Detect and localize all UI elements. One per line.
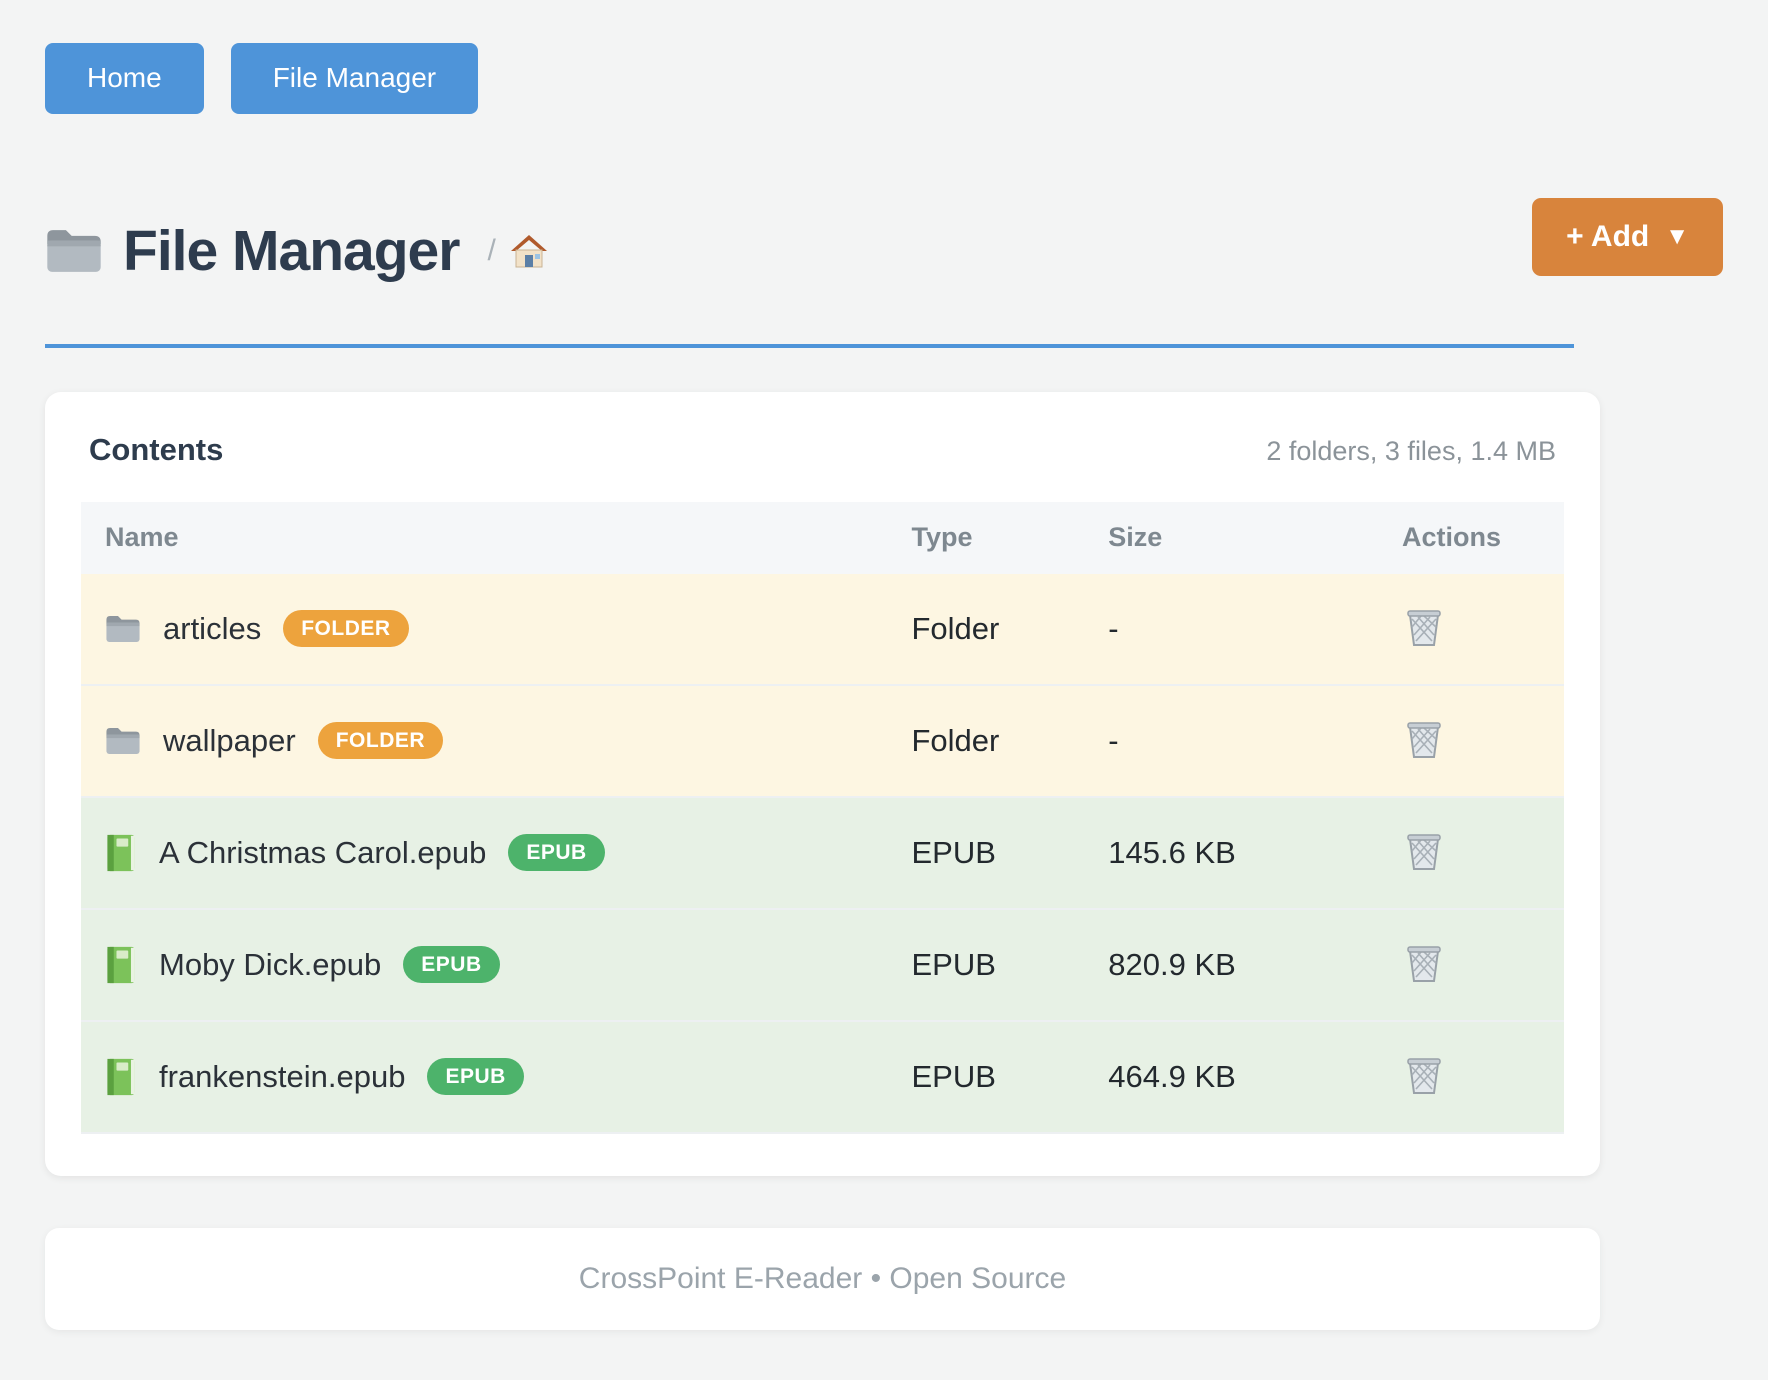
top-nav: Home File Manager	[45, 43, 1723, 114]
folder-icon	[105, 725, 141, 757]
header-rule	[45, 344, 1574, 348]
trash-icon	[1406, 1055, 1442, 1095]
trash-icon	[1406, 831, 1442, 871]
type-badge: EPUB	[508, 834, 604, 871]
type-badge: FOLDER	[318, 722, 443, 759]
file-size: 820.9 KB	[1104, 910, 1386, 1022]
file-size: -	[1104, 574, 1386, 686]
footer-text: CrossPoint E-Reader • Open Source	[579, 1262, 1066, 1296]
breadcrumb: /	[487, 232, 547, 270]
chevron-down-icon: ▼	[1665, 223, 1689, 251]
file-name[interactable]: A Christmas Carol.epub	[159, 835, 486, 871]
home-nav-button[interactable]: Home	[45, 43, 204, 114]
book-icon	[105, 1058, 137, 1096]
file-manager-nav-button[interactable]: File Manager	[231, 43, 478, 114]
delete-button[interactable]	[1402, 1051, 1446, 1099]
file-table-header-row: Name Type Size Actions	[81, 502, 1564, 574]
add-button-label: + Add	[1566, 220, 1649, 254]
home-icon[interactable]	[510, 232, 548, 270]
file-name[interactable]: wallpaper	[163, 723, 296, 759]
file-type: EPUB	[911, 798, 1104, 910]
file-table: Name Type Size Actions articles FOLDER F…	[81, 502, 1564, 1134]
footer: CrossPoint E-Reader • Open Source	[45, 1228, 1600, 1330]
delete-button[interactable]	[1402, 603, 1446, 651]
delete-button[interactable]	[1402, 827, 1446, 875]
column-header-type: Type	[911, 502, 1104, 574]
column-header-name: Name	[81, 502, 911, 574]
table-row[interactable]: Moby Dick.epub EPUB EPUB 820.9 KB	[81, 910, 1564, 1022]
contents-title: Contents	[89, 432, 223, 468]
folder-icon	[45, 227, 103, 275]
file-manager-page: Home File Manager File Manager / + Add ▼…	[0, 0, 1768, 1330]
add-button[interactable]: + Add ▼	[1532, 198, 1723, 276]
trash-icon	[1406, 607, 1442, 647]
file-type: EPUB	[911, 1022, 1104, 1134]
book-icon	[105, 946, 137, 984]
delete-button[interactable]	[1402, 715, 1446, 763]
trash-icon	[1406, 719, 1442, 759]
file-size: 145.6 KB	[1104, 798, 1386, 910]
contents-card-header: Contents 2 folders, 3 files, 1.4 MB	[81, 432, 1564, 468]
column-header-actions: Actions	[1386, 502, 1564, 574]
contents-summary: 2 folders, 3 files, 1.4 MB	[1266, 436, 1556, 467]
contents-card: Contents 2 folders, 3 files, 1.4 MB Name…	[45, 392, 1600, 1176]
file-name[interactable]: Moby Dick.epub	[159, 947, 381, 983]
file-type: Folder	[911, 686, 1104, 798]
table-row[interactable]: wallpaper FOLDER Folder -	[81, 686, 1564, 798]
trash-icon	[1406, 943, 1442, 983]
book-icon	[105, 834, 137, 872]
type-badge: FOLDER	[283, 610, 408, 647]
file-name[interactable]: frankenstein.epub	[159, 1059, 405, 1095]
page-header: File Manager / + Add ▼	[45, 198, 1723, 304]
folder-icon	[105, 613, 141, 645]
delete-button[interactable]	[1402, 939, 1446, 987]
file-size: -	[1104, 686, 1386, 798]
file-type: EPUB	[911, 910, 1104, 1022]
breadcrumb-separator: /	[487, 234, 495, 268]
file-name[interactable]: articles	[163, 611, 261, 647]
file-type: Folder	[911, 574, 1104, 686]
column-header-size: Size	[1104, 502, 1386, 574]
table-row[interactable]: articles FOLDER Folder -	[81, 574, 1564, 686]
file-size: 464.9 KB	[1104, 1022, 1386, 1134]
table-row[interactable]: A Christmas Carol.epub EPUB EPUB 145.6 K…	[81, 798, 1564, 910]
table-row[interactable]: frankenstein.epub EPUB EPUB 464.9 KB	[81, 1022, 1564, 1134]
type-badge: EPUB	[427, 1058, 523, 1095]
page-title: File Manager	[123, 218, 459, 284]
type-badge: EPUB	[403, 946, 499, 983]
